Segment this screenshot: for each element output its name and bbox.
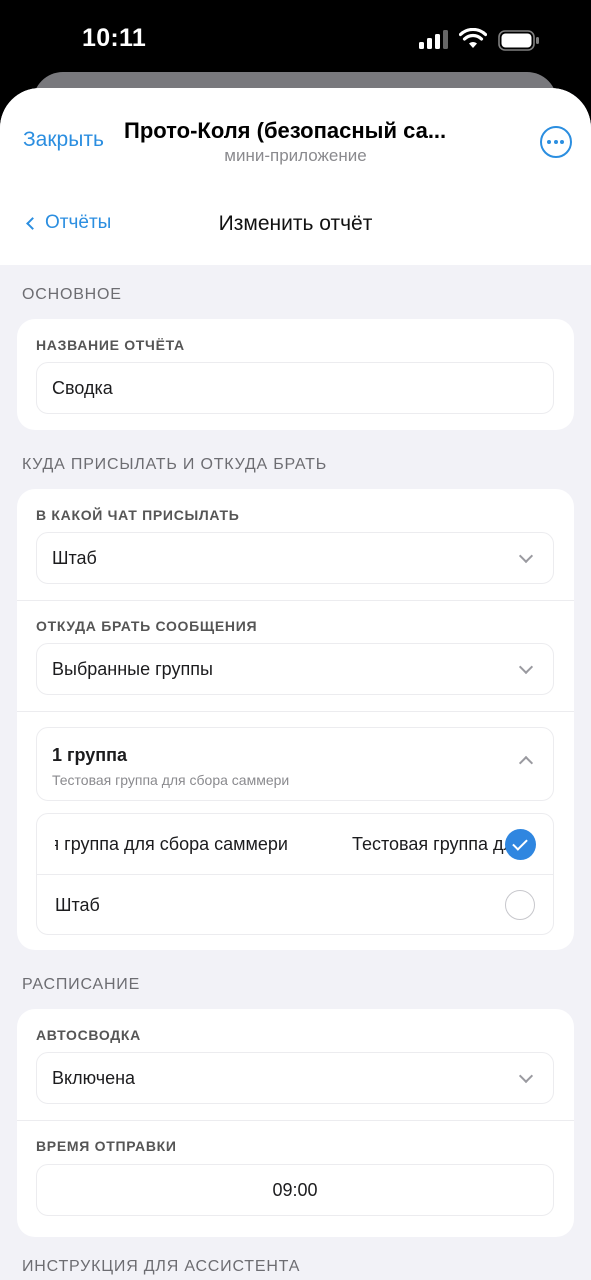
group-option-label: Тестовая группа для сбора саммери xyxy=(55,834,288,854)
source-select-value: Выбранные группы xyxy=(52,659,213,679)
report-name-input[interactable]: Сводка xyxy=(36,362,554,414)
groups-count: 1 группа xyxy=(52,745,128,765)
card-basic: НАЗВАНИЕ ОТЧЁТА Сводка xyxy=(17,319,574,430)
card-delivery: В КАКОЙ ЧАТ ПРИСЫЛАТЬ Штаб ОТКУДА БРАТЬ … xyxy=(17,489,574,950)
source-label: ОТКУДА БРАТЬ СООБЩЕНИЯ xyxy=(36,618,258,634)
chevron-down-icon xyxy=(518,548,534,564)
page-title: Изменить отчёт xyxy=(218,212,373,235)
report-name-label: НАЗВАНИЕ ОТЧЁТА xyxy=(36,337,185,353)
send-time-label: ВРЕМЯ ОТПРАВКИ xyxy=(36,1138,177,1154)
groups-description: Тестовая группа для сбора саммери xyxy=(52,772,290,788)
send-time-input[interactable]: 09:00 xyxy=(36,1164,554,1216)
checkbox-unselected-icon[interactable] xyxy=(505,890,535,920)
checkmark-selected-icon[interactable] xyxy=(505,829,536,860)
group-option[interactable]: Тестовая группа для сбора саммери Тестов… xyxy=(37,814,553,875)
chat-select-value: Штаб xyxy=(52,548,97,568)
wifi-icon xyxy=(459,28,487,48)
chat-label: В КАКОЙ ЧАТ ПРИСЫЛАТЬ xyxy=(36,507,240,523)
card-schedule: АВТОСВОДКА Включена ВРЕМЯ ОТПРАВКИ 09:00 xyxy=(17,1009,574,1237)
section-title-basic: ОСНОВНОЕ xyxy=(22,286,122,303)
sheet-header: Закрыть Прото-Коля (безопасный са... мин… xyxy=(0,88,591,265)
divider xyxy=(17,1120,574,1121)
groups-list: Тестовая группа для сбора саммери Тестов… xyxy=(36,813,554,935)
report-name-value: Сводка xyxy=(52,378,113,398)
status-bar: 10:11 xyxy=(0,0,591,80)
status-time: 10:11 xyxy=(82,24,147,52)
autosummary-value: Включена xyxy=(52,1068,136,1088)
chevron-down-icon xyxy=(518,659,534,675)
more-icon[interactable] xyxy=(540,126,572,158)
battery-icon xyxy=(498,30,539,51)
groups-collapse-header[interactable]: 1 группа Тестовая группа для сбора самме… xyxy=(36,727,554,801)
autosummary-label: АВТОСВОДКА xyxy=(36,1027,141,1043)
group-option-label-clip: Тестовая группа для сбора саммери Тестов… xyxy=(55,814,509,875)
chevron-up-icon xyxy=(518,755,534,771)
group-option-label-repeat: Тестовая группа для сбора саммери xyxy=(352,834,509,854)
send-time-value: 09:00 xyxy=(272,1180,318,1200)
signal-icon xyxy=(419,30,449,49)
app-subtitle: мини-приложение xyxy=(224,146,367,165)
divider xyxy=(17,600,574,601)
source-select[interactable]: Выбранные группы xyxy=(36,643,554,695)
mini-app-sheet: Закрыть Прото-Коля (безопасный са... мин… xyxy=(0,88,591,1280)
group-option-label: Штаб xyxy=(55,895,100,915)
divider xyxy=(17,711,574,712)
group-option[interactable]: Штаб xyxy=(37,875,553,934)
chat-select[interactable]: Штаб xyxy=(36,532,554,584)
app-title: Прото-Коля (безопасный са... xyxy=(124,118,447,143)
autosummary-select[interactable]: Включена xyxy=(36,1052,554,1104)
chevron-down-icon xyxy=(518,1068,534,1084)
section-title-delivery: КУДА ПРИСЫЛАТЬ И ОТКУДА БРАТЬ xyxy=(22,456,327,473)
section-title-schedule: РАСПИСАНИЕ xyxy=(22,976,141,993)
section-title-assistant: ИНСТРУКЦИЯ ДЛЯ АССИСТЕНТА xyxy=(22,1258,301,1275)
